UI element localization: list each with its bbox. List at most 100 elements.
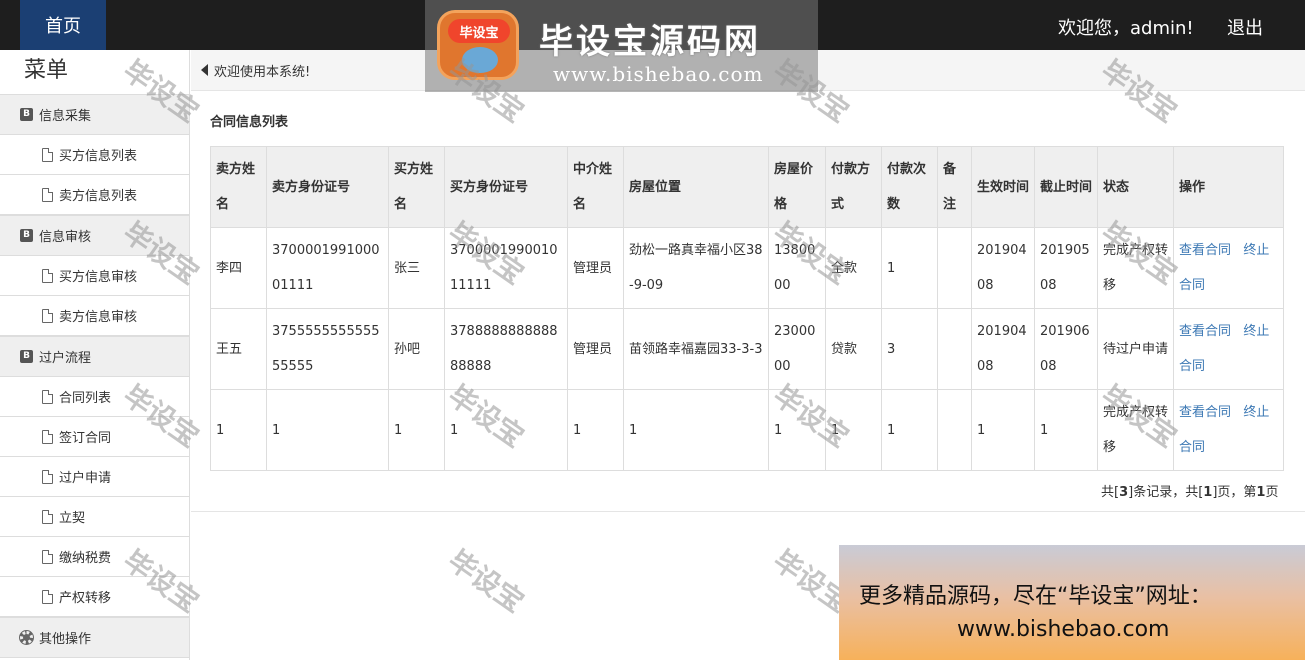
file-icon — [42, 429, 53, 444]
cell-note — [937, 227, 972, 309]
view-contract-link[interactable]: 查看合同 — [1179, 405, 1231, 420]
brand-badge: 毕设宝 — [448, 19, 510, 43]
brand-url: www.bishebao.com — [553, 62, 764, 86]
view-contract-link[interactable]: 查看合同 — [1179, 243, 1231, 258]
cell-price: 1 — [768, 389, 826, 471]
home-tab[interactable]: 首页 — [20, 0, 106, 50]
column-header: 买方姓名 — [388, 146, 445, 228]
column-header: 操作 — [1173, 146, 1284, 228]
table-row: 1 1 1 1 1 1 1 1 1 1 1 完成产权转移 查看合同 终止合同 — [210, 389, 1284, 471]
sidebar-item-property-transfer[interactable]: 产权转移 — [0, 577, 189, 617]
speaker-icon — [201, 64, 208, 76]
b-icon: B — [20, 229, 33, 242]
promo-banner: 更多精品源码，尽在“毕设宝”网址： www.bishebao.com — [839, 545, 1305, 660]
sidebar-item-label: 产权转移 — [59, 591, 112, 606]
sidebar-item-buyer-review[interactable]: 买方信息审核 — [0, 256, 189, 296]
cell-pay-method: 1 — [825, 389, 882, 471]
column-header: 中介姓名 — [567, 146, 624, 228]
file-icon — [42, 589, 53, 604]
cell-status: 完成产权转移 — [1097, 389, 1174, 471]
cell-buyer-id: 1 — [444, 389, 568, 471]
column-header: 付款次数 — [881, 146, 938, 228]
cell-seller: 王五 — [210, 308, 267, 390]
mascot-face — [462, 47, 498, 73]
sidebar-item-label: 签订合同 — [59, 431, 112, 446]
menu-group-info-review[interactable]: B 信息审核 — [0, 215, 189, 256]
sidebar-item-contract-list[interactable]: 合同列表 — [0, 377, 189, 417]
file-icon — [42, 268, 53, 283]
column-header: 备注 — [937, 146, 972, 228]
file-icon — [42, 509, 53, 524]
cell-start: 20190408 — [971, 227, 1035, 309]
gear-icon — [20, 631, 33, 644]
cell-pay-times: 1 — [881, 389, 938, 471]
cell-end: 1 — [1034, 389, 1098, 471]
file-icon — [42, 389, 53, 404]
contract-table: 卖方姓名 卖方身份证号 买方姓名 买方身份证号 中介姓名 房屋位置 房屋价格 付… — [210, 146, 1284, 471]
file-icon — [42, 187, 53, 202]
sidebar-item-label: 立契 — [59, 511, 86, 526]
pager-text: ]条记录，共[ — [1128, 485, 1204, 500]
total-records: 3 — [1119, 485, 1129, 500]
cell-pay-times: 3 — [881, 308, 938, 390]
cell-buyer: 1 — [388, 389, 445, 471]
sidebar-item-label: 卖方信息列表 — [59, 189, 138, 204]
cell-actions: 查看合同 终止合同 — [1173, 389, 1284, 471]
cell-seller: 1 — [210, 389, 267, 471]
cell-start: 1 — [971, 389, 1035, 471]
sidebar-item-pay-tax[interactable]: 缴纳税费 — [0, 537, 189, 577]
b-icon: B — [20, 108, 33, 121]
cell-pay-method: 贷款 — [825, 308, 882, 390]
sidebar-item-label: 买方信息列表 — [59, 149, 138, 164]
menu-group-info-collect[interactable]: B 信息采集 — [0, 94, 189, 135]
cell-actions: 查看合同 终止合同 — [1173, 227, 1284, 309]
cell-agent: 管理员 — [567, 227, 624, 309]
column-header: 付款方式 — [825, 146, 882, 228]
cell-pay-method: 全款 — [825, 227, 882, 309]
cell-end: 20190508 — [1034, 227, 1098, 309]
pager-text: 共[ — [1101, 485, 1120, 500]
column-header: 买方身份证号 — [444, 146, 568, 228]
logout-link[interactable]: 退出 — [1227, 14, 1263, 40]
cell-actions: 查看合同 终止合同 — [1173, 308, 1284, 390]
table-row: 王五 375555555555555555 孙吧 378888888888888… — [210, 308, 1284, 390]
cell-end: 20190608 — [1034, 308, 1098, 390]
cell-buyer: 孙吧 — [388, 308, 445, 390]
sidebar-item-label: 缴纳税费 — [59, 551, 112, 566]
cell-seller: 李四 — [210, 227, 267, 309]
table-row: 李四 370000199100001111 张三 370000199001011… — [210, 227, 1284, 309]
sidebar-item-seller-review[interactable]: 卖方信息审核 — [0, 296, 189, 336]
cell-price: 2300000 — [768, 308, 826, 390]
sidebar-item-sign-contract[interactable]: 签订合同 — [0, 417, 189, 457]
file-icon — [42, 549, 53, 564]
column-header: 房屋价格 — [768, 146, 826, 228]
sidebar-item-deed[interactable]: 立契 — [0, 497, 189, 537]
column-header: 房屋位置 — [623, 146, 769, 228]
sidebar-item-transfer-apply[interactable]: 过户申请 — [0, 457, 189, 497]
column-header: 生效时间 — [971, 146, 1035, 228]
column-header: 状态 — [1097, 146, 1174, 228]
section-title: 合同信息列表 — [210, 115, 289, 130]
pager-text: ]页，第 — [1212, 485, 1257, 500]
cell-start: 20190408 — [971, 308, 1035, 390]
sidebar: 菜单 B 信息采集 买方信息列表 卖方信息列表 B 信息审核 买方信息审核 卖方… — [0, 50, 190, 660]
column-header: 卖方姓名 — [210, 146, 267, 228]
menu-group-label: 其他操作 — [39, 632, 92, 647]
menu-group-transfer-process[interactable]: B 过户流程 — [0, 336, 189, 377]
cell-location: 劲松一路真幸福小区38-9-09 — [623, 227, 769, 309]
cell-buyer-id: 378888888888888888 — [444, 308, 568, 390]
cell-agent: 1 — [567, 389, 624, 471]
view-contract-link[interactable]: 查看合同 — [1179, 324, 1231, 339]
cell-seller-id: 1 — [266, 389, 389, 471]
sidebar-item-seller-list[interactable]: 卖方信息列表 — [0, 175, 189, 215]
b-icon: B — [20, 350, 33, 363]
sidebar-item-buyer-list[interactable]: 买方信息列表 — [0, 135, 189, 175]
menu-group-other[interactable]: 其他操作 — [0, 617, 189, 658]
brand-watermark: 毕设宝 毕设宝源码网 www.bishebao.com — [425, 0, 818, 92]
cell-buyer: 张三 — [388, 227, 445, 309]
cell-location: 1 — [623, 389, 769, 471]
table-header-row: 卖方姓名 卖方身份证号 买方姓名 买方身份证号 中介姓名 房屋位置 房屋价格 付… — [210, 146, 1284, 228]
menu-group-label: 过户流程 — [39, 351, 92, 366]
promo-text: 更多精品源码，尽在“毕设宝”网址： — [859, 584, 1212, 609]
welcome-text: 欢迎您，admin! — [1058, 18, 1194, 39]
